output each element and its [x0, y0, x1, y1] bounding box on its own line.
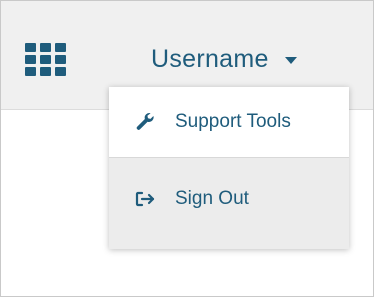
user-dropdown-menu: Support Tools Sign Out	[109, 87, 349, 249]
menu-item-support-tools[interactable]: Support Tools	[109, 87, 349, 158]
app-window: Username Support Tools Sign Out	[0, 0, 374, 297]
username-label: Username	[151, 44, 269, 73]
apps-grid-button[interactable]	[25, 43, 69, 77]
menu-item-sign-out[interactable]: Sign Out	[109, 179, 349, 219]
grid-apps-icon	[25, 43, 66, 76]
user-menu-button[interactable]: Username	[151, 39, 297, 79]
wrench-icon	[135, 112, 155, 132]
sign-out-label: Sign Out	[175, 188, 249, 209]
support-tools-label: Support Tools	[175, 111, 291, 132]
sign-out-arrow-icon	[135, 189, 155, 209]
caret-down-icon	[284, 57, 297, 64]
